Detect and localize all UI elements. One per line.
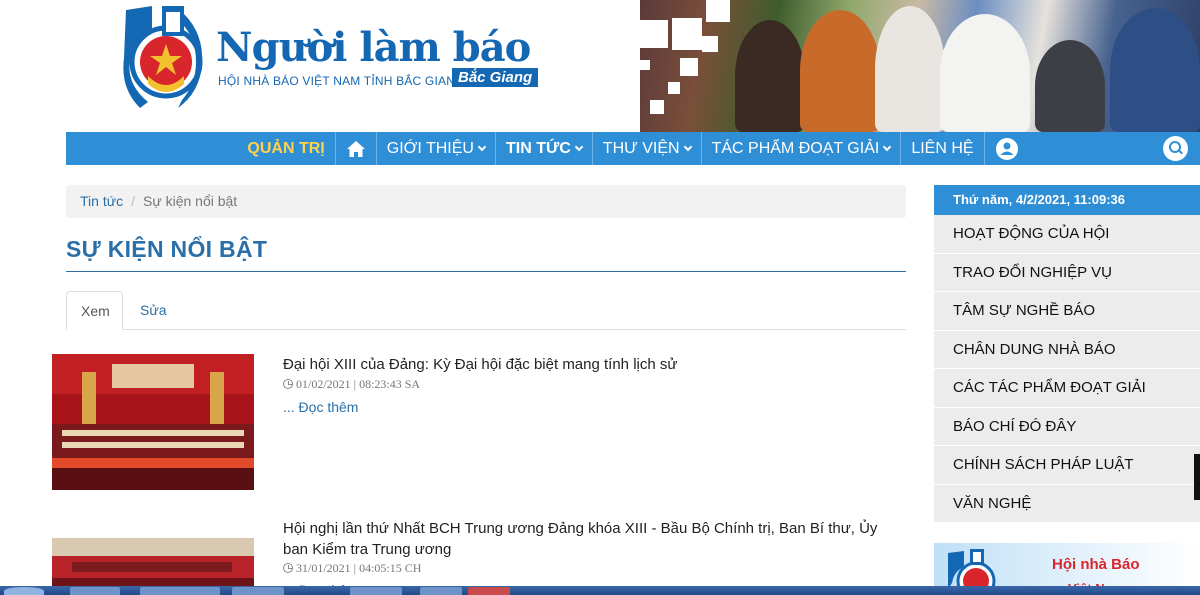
home-icon <box>346 140 365 157</box>
logo-badge: Bắc Giang <box>452 68 539 87</box>
taskbar-app-button[interactable] <box>70 587 120 595</box>
article-item: Đại hội XIII của Đảng: Kỳ Đại hội đặc bi… <box>52 354 912 490</box>
chevron-down-icon <box>574 142 584 151</box>
article-date: 31/01/2021 | 04:05:15 CH <box>283 561 421 576</box>
user-icon <box>995 137 1018 160</box>
taskbar-app-button[interactable] <box>468 587 510 595</box>
nav-label: GIỚI THIỆU <box>386 140 474 157</box>
clock-icon <box>283 563 293 573</box>
taskbar-app-button[interactable] <box>350 587 402 595</box>
taskbar-app-button[interactable] <box>232 587 284 595</box>
sidebar-item-tac-pham[interactable]: CÁC TÁC PHẨM ĐOẠT GIẢI <box>934 369 1200 408</box>
nav-item-tin-tuc[interactable]: TIN TỨC <box>494 132 592 165</box>
article-item: Hội nghị lần thứ Nhất BCH Trung ương Đản… <box>52 518 912 595</box>
nav-label: TIN TỨC <box>505 140 571 157</box>
clock-icon <box>283 379 293 389</box>
view-edit-tabs: Xem Sửa <box>66 291 906 330</box>
article-title[interactable]: Hội nghị lần thứ Nhất BCH Trung ương Đản… <box>283 518 893 560</box>
sidebar-banner-title: Hội nhà Báo <box>1052 556 1140 573</box>
nav-item-gioi-thieu[interactable]: GIỚI THIỆU <box>375 132 495 165</box>
breadcrumb-root-link[interactable]: Tin tức <box>80 193 123 209</box>
breadcrumb: Tin tức / Sự kiện nổi bật <box>66 185 906 218</box>
sidebar-item-tam-su[interactable]: TÂM SỰ NGHỀ BÁO <box>934 292 1200 331</box>
sidebar-item-chinh-sach[interactable]: CHÍNH SÁCH PHÁP LUẬT <box>934 446 1200 485</box>
nav-item-thu-vien[interactable]: THƯ VIỆN <box>591 132 701 165</box>
sidebar-item-trao-doi[interactable]: TRAO ĐỔI NGHIỆP VỤ <box>934 253 1200 292</box>
breadcrumb-separator: / <box>131 193 135 209</box>
os-taskbar <box>0 586 1200 595</box>
article-date-text: 31/01/2021 | 04:05:15 CH <box>296 561 422 575</box>
nav-item-tac-pham[interactable]: TÁC PHẨM ĐOẠT GIẢI <box>700 132 901 165</box>
press-association-emblem-icon <box>123 6 203 108</box>
article-date: 01/02/2021 | 08:23:43 SA <box>283 377 420 392</box>
site-header: Người làm báo HỘI NHÀ BÁO VIỆT NAM TỈNH … <box>0 0 1200 132</box>
article-date-text: 01/02/2021 | 08:23:43 SA <box>296 377 421 391</box>
nav-label: LIÊN HỆ <box>911 140 974 157</box>
logo-title: Người làm báo <box>216 24 531 71</box>
sidebar-item-hoat-dong[interactable]: HOẠT ĐỘNG CỦA HỘI <box>934 215 1200 254</box>
tab-view[interactable]: Xem <box>66 291 123 330</box>
nav-home[interactable] <box>334 132 376 165</box>
sidebar-item-bao-chi[interactable]: BÁO CHÍ ĐÓ ĐÂY <box>934 407 1200 446</box>
chevron-down-icon <box>683 142 692 151</box>
breadcrumb-current: Sự kiện nổi bật <box>142 193 238 209</box>
start-button[interactable] <box>4 587 44 595</box>
article-title[interactable]: Đại hội XIII của Đảng: Kỳ Đại hội đặc bi… <box>283 354 893 375</box>
nav-label: THƯ VIỆN <box>602 140 680 157</box>
header-banner-photo <box>640 0 1200 132</box>
logo-subtitle: HỘI NHÀ BÁO VIỆT NAM TỈNH BẮC GIANG <box>218 74 465 88</box>
sidebar: Thứ năm, 4/2/2021, 11:09:36 HOẠT ĐỘNG CỦ… <box>934 185 1200 523</box>
main-nav: QUẢN TRỊ GIỚI THIỆU TIN TỨC THƯ VIỆN TÁC… <box>66 132 1200 165</box>
article-thumbnail[interactable] <box>52 354 254 490</box>
search-icon[interactable] <box>1163 136 1188 161</box>
nav-admin[interactable]: QUẢN TRỊ <box>237 132 334 165</box>
site-logo[interactable]: Người làm báo HỘI NHÀ BÁO VIỆT NAM TỈNH … <box>122 4 542 114</box>
nav-user[interactable] <box>983 132 1029 165</box>
nav-label: TÁC PHẨM ĐOẠT GIẢI <box>711 140 880 157</box>
read-more-link[interactable]: ... Đọc thêm <box>283 399 358 415</box>
scrollbar-thumb[interactable] <box>1194 454 1200 500</box>
taskbar-app-button[interactable] <box>140 587 220 595</box>
page-title: SỰ KIỆN NỔI BẬT <box>66 236 906 272</box>
nav-item-lien-he[interactable]: LIÊN HỆ <box>900 132 983 165</box>
tab-edit[interactable]: Sửa <box>126 291 181 330</box>
sidebar-item-van-nghe[interactable]: VĂN NGHỆ <box>934 484 1200 523</box>
chevron-down-icon <box>477 142 487 151</box>
sidebar-datetime: Thứ năm, 4/2/2021, 11:09:36 <box>934 185 1200 215</box>
chevron-down-icon <box>883 142 892 151</box>
sidebar-item-chan-dung[interactable]: CHÂN DUNG NHÀ BÁO <box>934 330 1200 369</box>
taskbar-app-button[interactable] <box>420 587 462 595</box>
